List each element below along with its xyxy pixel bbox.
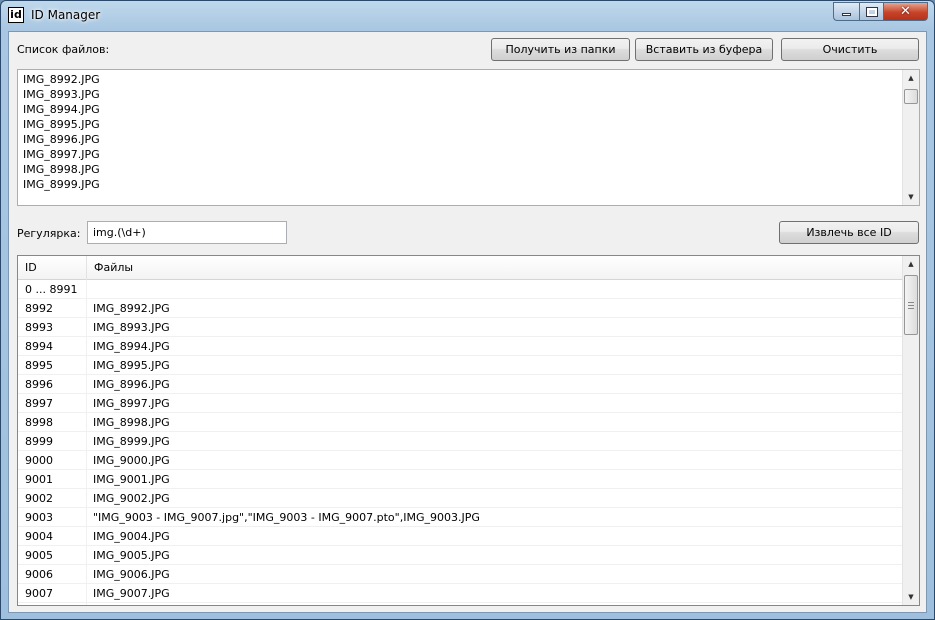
file-list-item: IMG_8997.JPG [23,148,100,161]
files-cell: IMG_8998.JPG [93,416,170,429]
files-cell: IMG_9001.JPG [93,473,170,486]
file-list-item: IMG_8995.JPG [23,118,100,131]
files-cell: IMG_9000.JPG [93,454,170,467]
id-cell: 9002 [25,492,53,505]
scroll-down-arrow-icon[interactable]: ▼ [903,189,919,205]
table-row[interactable]: 8995 IMG_8995.JPG [18,356,903,375]
file-list-item: IMG_8994.JPG [23,103,100,116]
table-row[interactable]: 8992 IMG_8992.JPG [18,299,903,318]
id-cell: 0 ... 8991 [25,283,78,296]
table-row[interactable]: 8997 IMG_8997.JPG [18,394,903,413]
table-row[interactable]: 9006 IMG_9006.JPG [18,565,903,584]
file-list-item: IMG_8992.JPG [23,73,100,86]
id-cell: 8993 [25,321,53,334]
files-cell: IMG_8993.JPG [93,321,170,334]
id-cell: 9007 [25,587,53,600]
scroll-thumb[interactable] [904,275,918,335]
file-list-item: IMG_8999.JPG [23,178,100,191]
files-cell: IMG_8999.JPG [93,435,170,448]
regex-input[interactable] [87,221,287,244]
file-list-lines: IMG_8992.JPG IMG_8993.JPG IMG_8994.JPG IMG_… [23,72,100,192]
scroll-up-arrow-icon[interactable]: ▲ [903,70,919,86]
file-list-item: IMG_8998.JPG [23,163,100,176]
get-from-folder-button[interactable]: Получить из папки [491,38,630,61]
table-body: 0 ... 8991 8992 IMG_8992.JPG 8993 IMG_8993.J… [18,280,903,603]
table-row[interactable]: 8999 IMG_8999.JPG [18,432,903,451]
table-row[interactable]: 9000 IMG_9000.JPG [18,451,903,470]
table-row[interactable]: 8993 IMG_8993.JPG [18,318,903,337]
table-row[interactable]: 8998 IMG_8998.JPG [18,413,903,432]
scroll-thumb[interactable] [904,89,918,104]
scroll-up-arrow-icon[interactable]: ▲ [903,256,919,272]
column-header-files[interactable]: Файлы [87,256,903,280]
file-list-item: IMG_8993.JPG [23,88,100,101]
table-row[interactable]: 0 ... 8991 [18,280,903,299]
clear-button[interactable]: Очистить [781,38,919,61]
id-cell: 8999 [25,435,53,448]
files-cell: IMG_8992.JPG [93,302,170,315]
file-list-textarea[interactable]: IMG_8992.JPG IMG_8993.JPG IMG_8994.JPG IMG_… [17,69,920,206]
table-row[interactable]: 9007 IMG_9007.JPG [18,584,903,603]
files-cell: IMG_9005.JPG [93,549,170,562]
table-header: ID Файлы [18,256,903,280]
title-bar[interactable]: id ID Manager ✕ [1,1,934,31]
minimize-icon [842,13,851,16]
regex-label: Регулярка: [17,227,81,240]
id-cell: 8997 [25,397,53,410]
table-scrollbar[interactable]: ▲ ▼ [902,256,919,605]
close-icon: ✕ [900,4,911,19]
id-cell: 8995 [25,359,53,372]
files-cell: IMG_9002.JPG [93,492,170,505]
table-row[interactable]: 9002 IMG_9002.JPG [18,489,903,508]
files-cell: IMG_8995.JPG [93,359,170,372]
window-controls: ✕ [833,2,928,21]
id-cell: 8996 [25,378,53,391]
app-window: id ID Manager ✕ Список файлов: Получить … [0,0,935,620]
table-row[interactable]: 8996 IMG_8996.JPG [18,375,903,394]
table-row[interactable]: 9001 IMG_9001.JPG [18,470,903,489]
grip-icon [908,302,914,309]
table-row[interactable]: 9003 "IMG_9003 - IMG_9007.jpg","IMG_9003 … [18,508,903,527]
extract-all-ids-button[interactable]: Извлечь все ID [779,221,919,244]
file-list-scrollbar[interactable]: ▲ ▼ [902,70,919,205]
files-cell: IMG_8994.JPG [93,340,170,353]
table-row[interactable]: 9005 IMG_9005.JPG [18,546,903,565]
files-cell: IMG_8997.JPG [93,397,170,410]
scroll-down-arrow-icon[interactable]: ▼ [903,589,919,605]
close-button[interactable]: ✕ [884,2,928,21]
files-cell: "IMG_9003 - IMG_9007.jpg","IMG_9003 - IM… [93,511,480,524]
table-row[interactable]: 9004 IMG_9004.JPG [18,527,903,546]
files-cell: IMG_9006.JPG [93,568,170,581]
file-list-label: Список файлов: [17,43,110,56]
id-app-icon[interactable]: id [8,7,24,23]
window-title: ID Manager [31,8,101,22]
files-cell: IMG_9007.JPG [93,587,170,600]
id-cell: 9003 [25,511,53,524]
id-table[interactable]: ID Файлы 0 ... 8991 8992 IMG_8992.JPG 8993 I… [17,255,920,606]
file-list-item: IMG_8996.JPG [23,133,100,146]
files-cell: IMG_8996.JPG [93,378,170,391]
id-cell: 8998 [25,416,53,429]
id-cell: 9001 [25,473,53,486]
minimize-button[interactable] [833,2,859,21]
table-row[interactable]: 8994 IMG_8994.JPG [18,337,903,356]
id-cell: 8994 [25,340,53,353]
column-header-id[interactable]: ID [18,256,87,280]
id-cell: 8992 [25,302,53,315]
id-cell: 9006 [25,568,53,581]
id-cell: 9005 [25,549,53,562]
paste-from-clipboard-button[interactable]: Вставить из буфера [635,38,773,61]
maximize-icon [865,6,878,17]
id-cell: 9004 [25,530,53,543]
id-cell: 9000 [25,454,53,467]
files-cell: IMG_9004.JPG [93,530,170,543]
client-area: Список файлов: Получить из папки Вставит… [8,31,927,613]
maximize-button[interactable] [859,2,884,21]
